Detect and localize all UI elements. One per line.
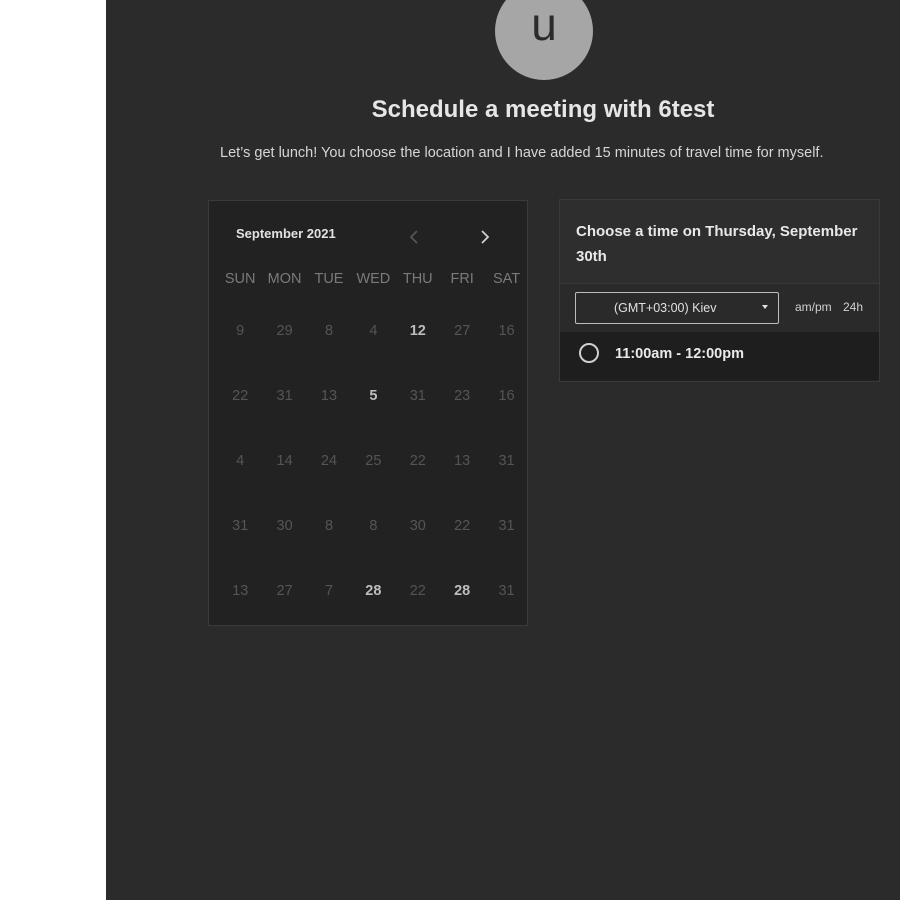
calendar-day-available[interactable]: 28 [440, 581, 484, 646]
avatar-letter: u [531, 0, 557, 50]
calendar-day-unavailable: 8 [324, 518, 334, 534]
format-ampm-toggle[interactable]: am/pm [795, 300, 832, 314]
timezone-select[interactable]: (GMT+03:00) Kiev [575, 292, 779, 324]
calendar-day-unavailable: 23 [454, 388, 471, 404]
weekday-label: TUE [314, 271, 344, 287]
calendar-day-unavailable: 22 [454, 518, 471, 534]
page-title: Schedule a meeting with 6test [371, 96, 715, 123]
calendar-day-unavailable: 31 [498, 453, 515, 469]
scheduling-panel: u Schedule a meeting with 6test Let’s ge… [106, 0, 900, 900]
calendar-day-unavailable: 27 [276, 583, 293, 599]
radio-circle-icon[interactable] [579, 343, 599, 363]
calendar-week-row: 22 31 13 5 31 23 16 [218, 386, 529, 451]
calendar-day-unavailable: 16 [498, 323, 515, 339]
weekday-label: THU [402, 271, 433, 287]
calendar-day-unavailable: 7 [324, 583, 334, 599]
calendar-day-unavailable: 4 [369, 323, 378, 339]
calendar-week-row: 31 30 8 8 30 22 31 [218, 516, 529, 581]
calendar-day-unavailable: 24 [320, 453, 338, 469]
calendar-day-unavailable: 29 [276, 323, 293, 339]
calendar-day-unavailable: 4 [236, 453, 245, 469]
time-slot-panel: Choose a time on Thursday, September 30t… [559, 199, 880, 382]
timezone-row: (GMT+03:00) Kiev am/pm 24h [560, 284, 879, 332]
calendar-day-unavailable: 31 [276, 388, 293, 404]
calendar-day-unavailable: 25 [365, 453, 382, 469]
weekday-label: SUN [224, 271, 256, 287]
calendar-day-available[interactable]: 5 [351, 386, 395, 451]
calendar-day-unavailable: 30 [409, 518, 426, 534]
calendar-week-row: 4 14 24 25 22 13 31 [218, 451, 529, 516]
caret-down-icon [762, 305, 768, 309]
calendar-day-available[interactable]: 12 [396, 321, 440, 386]
time-slot-option[interactable]: 11:00am - 12:00pm [560, 332, 879, 380]
calendar-day-unavailable: 14 [276, 453, 293, 469]
time-panel-heading: Choose a time on Thursday, September 30t… [560, 200, 879, 284]
weekday-label: MON [267, 271, 302, 287]
weekday-header-row: SUN MON TUE WED THU FRI SAT [218, 271, 529, 287]
avatar: u [495, 0, 593, 80]
calendar-day-unavailable: 16 [498, 388, 515, 404]
timezone-value: (GMT+03:00) Kiev [614, 301, 717, 315]
calendar-day-unavailable: 8 [369, 518, 378, 534]
calendar-day-unavailable: 8 [324, 323, 334, 339]
page-subtitle: Let’s get lunch! You choose the location… [220, 145, 824, 161]
calendar-day-unavailable: 13 [320, 388, 338, 404]
calendar-day-unavailable: 31 [232, 518, 249, 534]
calendar-day-available[interactable]: 28 [351, 581, 395, 646]
weekday-label: SAT [492, 271, 521, 287]
next-month-button[interactable] [473, 225, 497, 249]
format-24h-toggle[interactable]: 24h [843, 300, 863, 314]
date-picker-calendar: September 2021 SUN MON TUE WED THU FRI SAT 9 29… [208, 200, 528, 626]
calendar-days-grid: 9 29 8 4 12 27 16 22 31 13 5 31 23 16 4 14 24 25 22 13 31 31 3… [218, 321, 529, 646]
previous-month-button[interactable] [402, 225, 426, 249]
calendar-day-unavailable: 22 [409, 453, 426, 469]
chevron-right-icon [481, 230, 490, 244]
time-slot-label: 11:00am - 12:00pm [615, 346, 744, 362]
calendar-day-unavailable: 30 [276, 518, 293, 534]
calendar-week-row: 13 27 7 28 22 28 31 [218, 581, 529, 646]
calendar-day-unavailable: 13 [232, 583, 249, 599]
time-slot-list: 11:00am - 12:00pm [560, 332, 879, 380]
calendar-day-unavailable: 31 [409, 388, 426, 404]
calendar-day-unavailable: 31 [498, 583, 515, 599]
calendar-week-row: 9 29 8 4 12 27 16 [218, 321, 529, 386]
calendar-day-unavailable: 22 [409, 583, 426, 599]
calendar-day-unavailable: 31 [498, 518, 515, 534]
weekday-label: WED [356, 271, 391, 287]
chevron-left-icon [409, 230, 418, 244]
calendar-day-unavailable: 13 [454, 453, 471, 469]
calendar-month-label: September 2021 [236, 226, 336, 241]
weekday-label: FRI [450, 271, 474, 287]
calendar-day-unavailable: 22 [232, 388, 249, 404]
calendar-day-unavailable: 9 [236, 323, 245, 339]
calendar-day-unavailable: 27 [454, 323, 471, 339]
